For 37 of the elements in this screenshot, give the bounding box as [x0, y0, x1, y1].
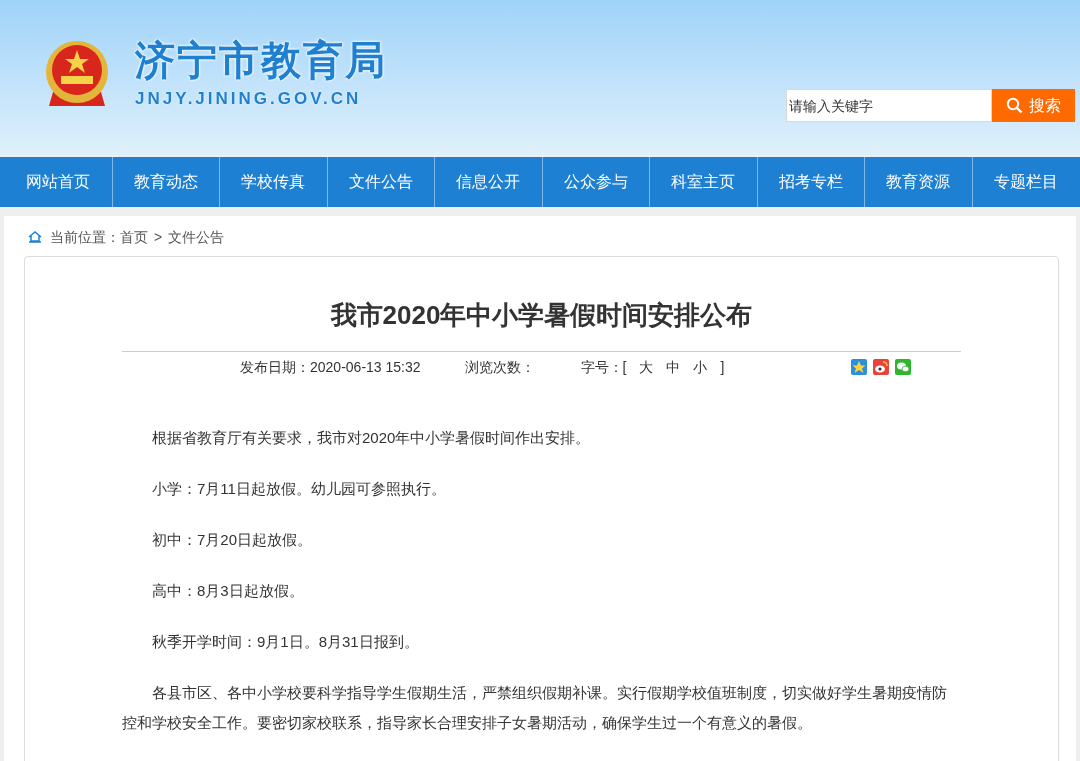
nav-item[interactable]: 公众参与 [541, 157, 649, 207]
breadcrumb-separator: > [154, 227, 163, 247]
nav-item[interactable]: 专题栏目 [971, 157, 1079, 207]
font-size-option[interactable]: 小 [693, 357, 708, 378]
search-icon [1006, 97, 1023, 114]
breadcrumb-link[interactable]: 首页 [120, 226, 148, 248]
nav-item[interactable]: 信息公开 [434, 157, 542, 207]
search-field[interactable]: 请输入关键字 [786, 89, 992, 122]
view-count: 浏览次数： [464, 358, 535, 377]
font-size-label: 字号：[ [580, 358, 627, 377]
nav-item[interactable]: 教育资源 [864, 157, 972, 207]
eye-icon[interactable] [873, 359, 889, 375]
article-paragraph: 根据省教育厅有关要求，我市对2020年中小学暑假时间作出安排。 [151, 428, 592, 448]
article-paragraph: 初中：7月20日起放假。 [151, 530, 314, 550]
chat-bubbles-icon[interactable] [895, 359, 911, 375]
nav-item[interactable]: 教育动态 [111, 157, 219, 207]
article-paragraph: 小学：7月11日起放假。幼儿园可参照执行。 [151, 479, 447, 499]
font-size-option[interactable]: 大 [639, 357, 654, 378]
font-size-option[interactable]: 中 [666, 357, 681, 378]
breadcrumb-link[interactable]: 文件公告 [168, 226, 225, 248]
breadcrumb-label: 当前位置： [50, 227, 120, 247]
site-name: 济宁市教育局 [135, 40, 387, 80]
article-paragraph: 各县市区、各中小学校要科学指导学生假期生活，严禁组织假期补课。实行假期学校值班制度，切实做好学生暑期疫情防控和学校安全工作。要密切家校联系，指导家长合理安排子女暑期活动，确保学生过一个有意义的暑假。 [122, 683, 948, 733]
site-url: JNJY.JINING.GOV.CN [135, 90, 363, 107]
star-icon[interactable] [851, 359, 867, 375]
search-button[interactable]: 搜索 [992, 89, 1075, 122]
article-paragraph: 高中：8月3日起放假。 [151, 581, 305, 601]
nav-item[interactable]: 文件公告 [326, 157, 434, 207]
publish-date: 发布日期：2020-06-13 15:32 [240, 358, 421, 377]
nav-item[interactable]: 学校传真 [219, 157, 327, 207]
home-icon [28, 231, 42, 243]
nav-item[interactable]: 网站首页 [4, 157, 112, 207]
font-size-bracket: ] [720, 358, 725, 377]
nav-item[interactable]: 招考专栏 [756, 157, 864, 207]
article-title: 我市2020年中小学暑假时间安排公布 [329, 299, 754, 332]
nav-item[interactable]: 科室主页 [649, 157, 757, 207]
article-paragraph: 秋季开学时间：9月1日。8月31日报到。 [151, 632, 420, 652]
